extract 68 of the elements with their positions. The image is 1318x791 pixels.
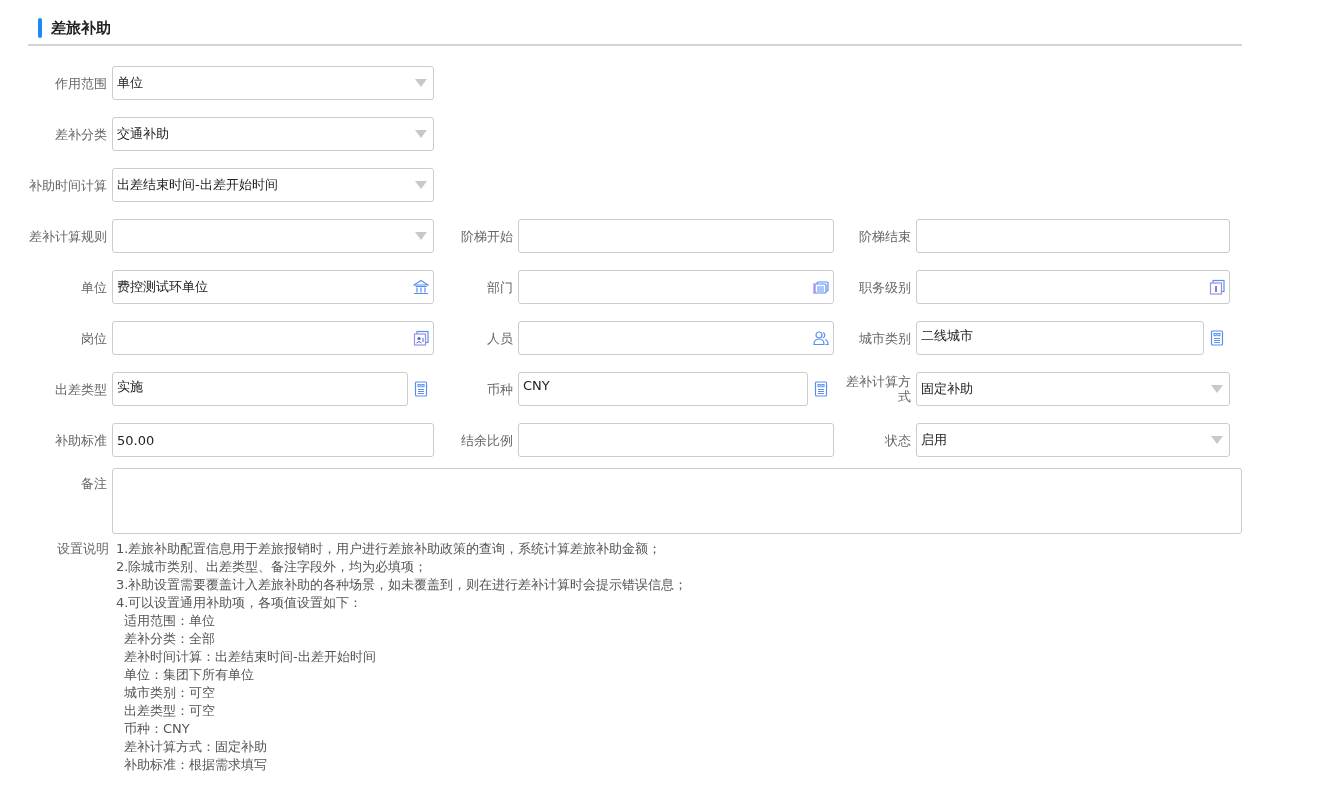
note-text: 城市类别：可空	[123, 684, 216, 702]
building-icon[interactable]	[413, 279, 429, 295]
field-label: 作用范围	[55, 75, 107, 91]
select-field[interactable]: 启用	[916, 423, 1230, 457]
note-text: 1.差旅补助配置信息用于差旅报销时，用户进行差旅补助政策的查询，系统计算差旅补助金额；	[116, 540, 663, 558]
people-icon[interactable]	[813, 330, 829, 346]
remark-textarea[interactable]	[112, 468, 1242, 534]
select-field[interactable]: 出差结束时间-出差开始时间	[112, 168, 434, 202]
note-text: 3.补助设置需要覆盖计入差旅补助的各种场景，如未覆盖到，则在进行差补计算时会提示错误信息；	[116, 576, 689, 594]
input-field[interactable]: 二线城市	[916, 321, 1204, 355]
contact-card-icon[interactable]	[413, 330, 429, 346]
list-icon[interactable]	[413, 381, 429, 397]
field-label: 部门	[487, 279, 513, 295]
field-label: 差补计算规则	[29, 228, 107, 244]
note-text: 差补分类：全部	[123, 630, 216, 648]
select-field[interactable]: 单位	[112, 66, 434, 100]
input-field[interactable]	[518, 219, 834, 253]
field-label: 补助标准	[55, 432, 107, 448]
field-label: 岗位	[81, 330, 107, 346]
field-label: 职务级别	[859, 279, 911, 295]
notes-label: 设置说明	[56, 540, 110, 558]
dropdown-arrow-icon[interactable]	[415, 181, 427, 189]
dropdown-arrow-icon[interactable]	[415, 79, 427, 87]
id-card-icon[interactable]	[1209, 279, 1225, 295]
field-label: 阶梯结束	[859, 228, 911, 244]
field-label: 差补分类	[55, 126, 107, 142]
note-text: 差补时间计算：出差结束时间-出差开始时间	[123, 648, 377, 666]
input-field[interactable]	[518, 423, 834, 457]
field-label: 补助时间计算	[29, 177, 107, 193]
input-field[interactable]	[518, 321, 834, 355]
input-field[interactable]: 50.00	[112, 423, 434, 457]
field-label: 币种	[487, 381, 513, 397]
input-field[interactable]	[518, 270, 834, 304]
dropdown-arrow-icon[interactable]	[1211, 385, 1223, 393]
field-label: 单位	[81, 279, 107, 295]
field-label: 备注	[81, 476, 107, 491]
input-field[interactable]: 实施	[112, 372, 408, 406]
field-label: 状态	[885, 432, 911, 448]
list-icon[interactable]	[813, 381, 829, 397]
field-label: 城市类别	[859, 330, 911, 346]
note-text: 差补计算方式：固定补助	[123, 738, 268, 756]
note-text: 适用范围：单位	[123, 612, 216, 630]
note-text: 4.可以设置通用补助项，各项值设置如下：	[116, 594, 364, 612]
input-field[interactable]	[916, 219, 1230, 253]
dropdown-arrow-icon[interactable]	[415, 130, 427, 138]
dropdown-arrow-icon[interactable]	[415, 232, 427, 240]
field-label: 出差类型	[55, 381, 107, 397]
select-field[interactable]	[112, 219, 434, 253]
note-text: 单位：集团下所有单位	[123, 666, 255, 684]
note-text: 补助标准：根据需求填写	[123, 756, 268, 774]
select-field[interactable]: 交通补助	[112, 117, 434, 151]
list-icon[interactable]	[1209, 330, 1225, 346]
input-field[interactable]	[112, 321, 434, 355]
note-text: 2.除城市类别、出差类型、备注字段外，均为必填项；	[116, 558, 429, 576]
input-field[interactable]	[916, 270, 1230, 304]
field-label: 阶梯开始	[461, 228, 513, 244]
dropdown-arrow-icon[interactable]	[1211, 436, 1223, 444]
select-field[interactable]: 固定补助	[916, 372, 1230, 406]
field-label: 人员	[487, 330, 513, 346]
title-accent-bar	[38, 18, 42, 38]
field-label: 差补计算方式	[845, 374, 911, 404]
note-text: 出差类型：可空	[123, 702, 216, 720]
input-field[interactable]: 费控测试环单位	[112, 270, 434, 304]
card-stack-icon[interactable]	[813, 279, 829, 295]
note-text: 币种：CNY	[123, 720, 191, 738]
section-title: 差旅补助	[51, 18, 111, 38]
field-label: 结余比例	[461, 432, 513, 448]
input-field[interactable]: CNY	[518, 372, 808, 406]
